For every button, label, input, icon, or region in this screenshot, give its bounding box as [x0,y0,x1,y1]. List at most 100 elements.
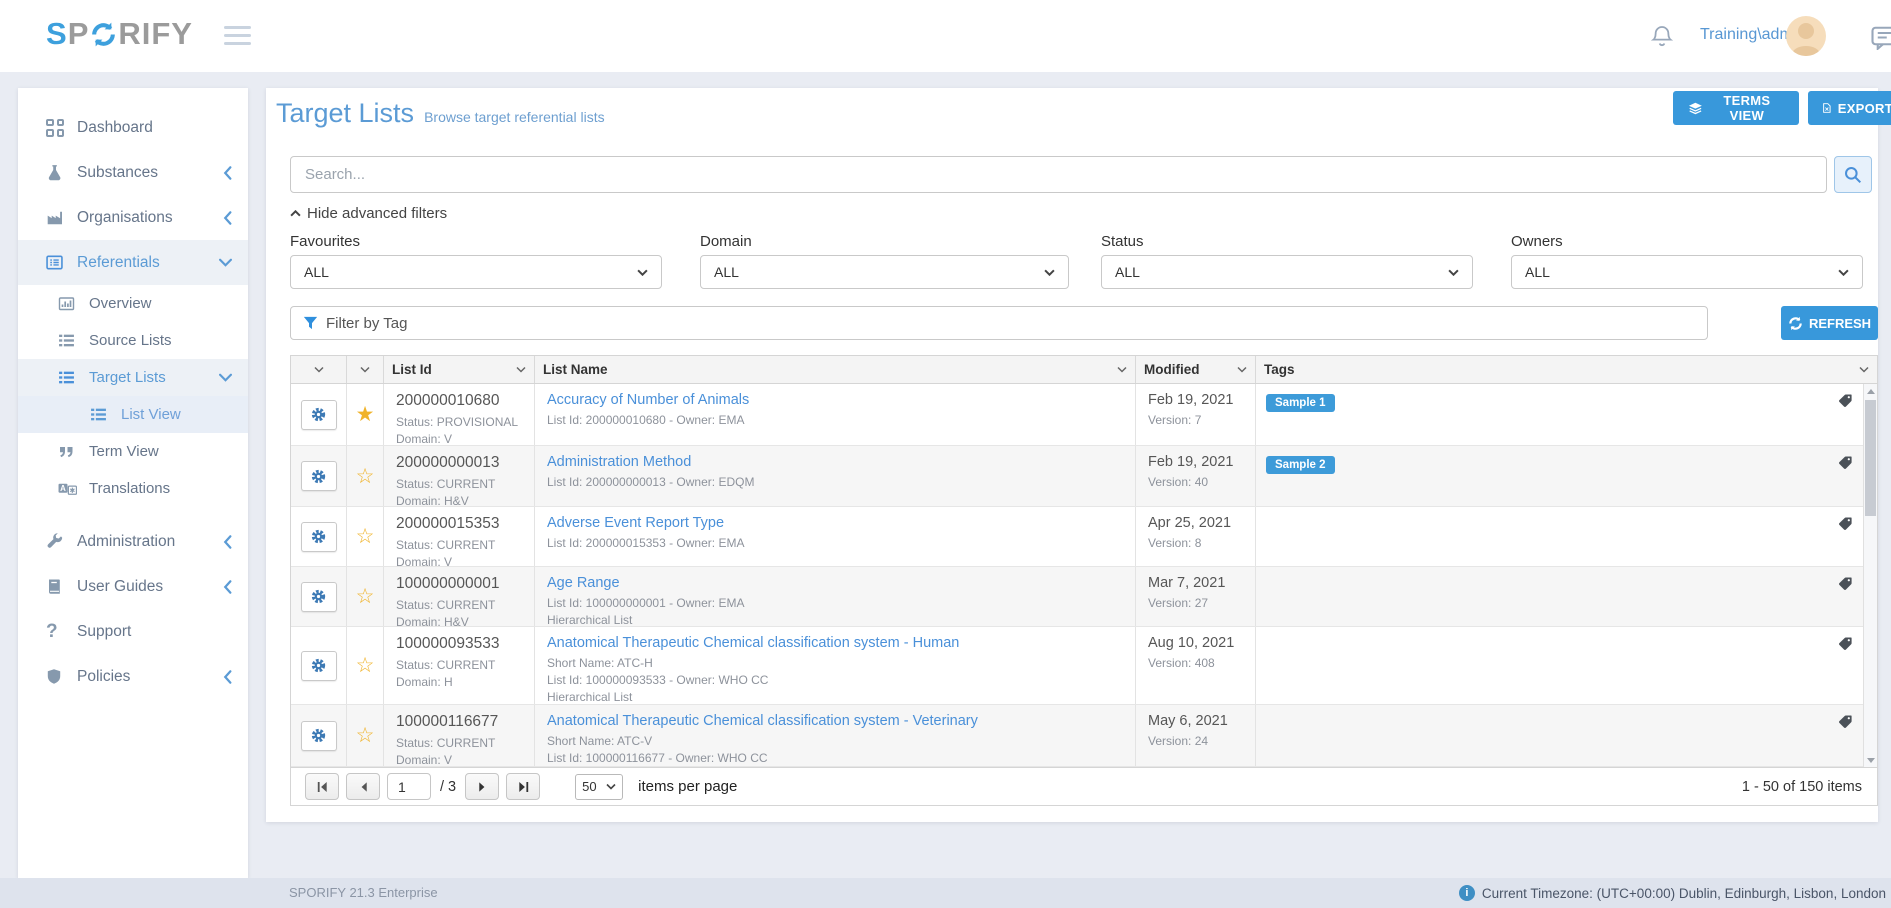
row-actions-button[interactable] [301,400,337,430]
tag-icon[interactable] [1837,516,1853,537]
logo-text: S [46,16,68,52]
layers-icon [1688,101,1703,116]
sidebar-item-overview[interactable]: Overview [18,285,248,322]
list-name-link[interactable]: Age Range [547,575,1123,591]
owners-select[interactable]: ALL [1511,255,1863,289]
chevron-down-icon [1859,366,1869,373]
favourite-star-icon[interactable] [356,404,375,425]
details-line: List Id: 200000015353 - Owner: EMA [547,535,1123,552]
filter-by-tag-input[interactable]: Filter by Tag [290,306,1708,340]
chevron-down-icon [219,258,232,267]
last-page-button[interactable] [506,773,540,800]
wrench-icon [46,533,68,551]
row-actions-button[interactable] [301,582,337,612]
book-icon [46,578,68,596]
sidebar-item-referentials[interactable]: Referentials [18,240,248,285]
column-menu[interactable] [291,356,347,383]
sidebar-item-policies[interactable]: Policies [18,654,248,699]
filter-label-owners: Owners [1511,233,1563,250]
search-input[interactable] [290,156,1827,193]
pagination-bar: / 3 50 items per page 1 - 50 of 150 item… [291,767,1877,805]
sidebar-item-list-view[interactable]: List View [18,396,248,433]
hide-advanced-filters-toggle[interactable]: Hide advanced filters [290,205,447,222]
status-line: Status: CURRENT [396,537,522,554]
items-per-page-label: items per page [638,778,737,795]
tag-badge: Sample 2 [1266,456,1335,474]
search-button[interactable] [1834,156,1872,193]
translate-icon: A [58,480,80,498]
column-header-tags[interactable]: Tags [1256,356,1877,383]
vertical-scrollbar[interactable] [1863,384,1877,767]
menu-toggle-button[interactable] [224,26,251,50]
status-line: Status: CURRENT [396,735,522,752]
tag-badge: Sample 1 [1266,394,1335,412]
page-size-select[interactable]: 50 [575,774,623,800]
previous-page-button[interactable] [346,773,380,800]
next-page-button[interactable] [465,773,499,800]
domain-select[interactable]: ALL [700,255,1069,289]
favourite-star-icon[interactable] [356,725,375,746]
sidebar-item-dashboard[interactable]: Dashboard [18,105,248,150]
column-menu[interactable] [347,356,384,383]
export-button[interactable]: EXPORT [1808,91,1891,125]
sidebar-item-source-lists[interactable]: Source Lists [18,322,248,359]
list-icon [58,332,80,350]
favourites-select[interactable]: ALL [290,255,662,289]
application-window: SPRIFY Training\admin Dashboard Substanc… [0,0,1891,908]
column-header-list-id[interactable]: List Id [384,356,535,383]
favourite-star-icon[interactable] [356,586,375,607]
row-actions-button[interactable] [301,651,337,681]
favourite-star-icon[interactable] [356,526,375,547]
tag-icon[interactable] [1837,636,1853,657]
list-name-link[interactable]: Anatomical Therapeutic Chemical classifi… [547,713,1123,729]
column-header-modified[interactable]: Modified [1136,356,1256,383]
terms-view-button[interactable]: TERMS VIEW [1673,91,1799,125]
list-name-link[interactable]: Adverse Event Report Type [547,515,1123,531]
chevron-left-icon [223,535,232,549]
notifications-bell-icon[interactable] [1651,24,1673,54]
scrollbar-thumb[interactable] [1865,400,1876,516]
app-logo[interactable]: SPRIFY [46,16,193,52]
sidebar-item-organisations[interactable]: Organisations [18,195,248,240]
gear-icon [311,728,326,743]
row-actions-button[interactable] [301,522,337,552]
status-select[interactable]: ALL [1101,255,1473,289]
sidebar-item-term-view[interactable]: Term View [18,433,248,470]
refresh-button[interactable]: REFRESH [1781,306,1878,340]
row-actions-button[interactable] [301,461,337,491]
gear-icon [311,529,326,544]
column-header-list-name[interactable]: List Name [535,356,1136,383]
table-body: 200000010680Status: PROVISIONALDomain: V… [291,384,1877,767]
page-title: Target Lists [276,98,414,129]
chevron-left-icon [223,580,232,594]
list-id: 100000000001 [396,575,522,593]
tag-icon[interactable] [1837,455,1853,476]
tag-icon[interactable] [1837,714,1853,735]
first-page-button[interactable] [305,773,339,800]
favourite-star-icon[interactable] [356,655,375,676]
chevron-down-icon [1237,366,1247,373]
sidebar-item-translations[interactable]: A Translations [18,470,248,507]
sidebar-item-support[interactable]: ? Support [18,609,248,654]
tag-icon[interactable] [1837,576,1853,597]
sidebar-item-administration[interactable]: Administration [18,519,248,564]
row-actions-button[interactable] [301,721,337,751]
chat-bubble-icon[interactable] [1871,25,1891,55]
status-line: Status: CURRENT [396,476,522,493]
list-name-link[interactable]: Accuracy of Number of Animals [547,392,1123,408]
chevron-down-icon [314,366,324,373]
chevron-left-icon [223,211,232,225]
favourite-star-icon[interactable] [356,466,375,487]
tag-icon[interactable] [1837,393,1853,414]
list-name-link[interactable]: Anatomical Therapeutic Chemical classifi… [547,635,1123,651]
avatar[interactable] [1786,16,1826,56]
page-number-input[interactable] [387,773,431,800]
details-line: List Id: 100000116677 - Owner: WHO CC [547,750,1123,767]
sidebar-item-substances[interactable]: Substances [18,150,248,195]
scroll-up-arrow[interactable] [1864,384,1877,398]
list-name-link[interactable]: Administration Method [547,454,1123,470]
version-line: Version: 27 [1148,595,1243,612]
sidebar-item-target-lists[interactable]: Target Lists [18,359,248,396]
scroll-down-arrow[interactable] [1864,753,1877,767]
sidebar-item-user-guides[interactable]: User Guides [18,564,248,609]
